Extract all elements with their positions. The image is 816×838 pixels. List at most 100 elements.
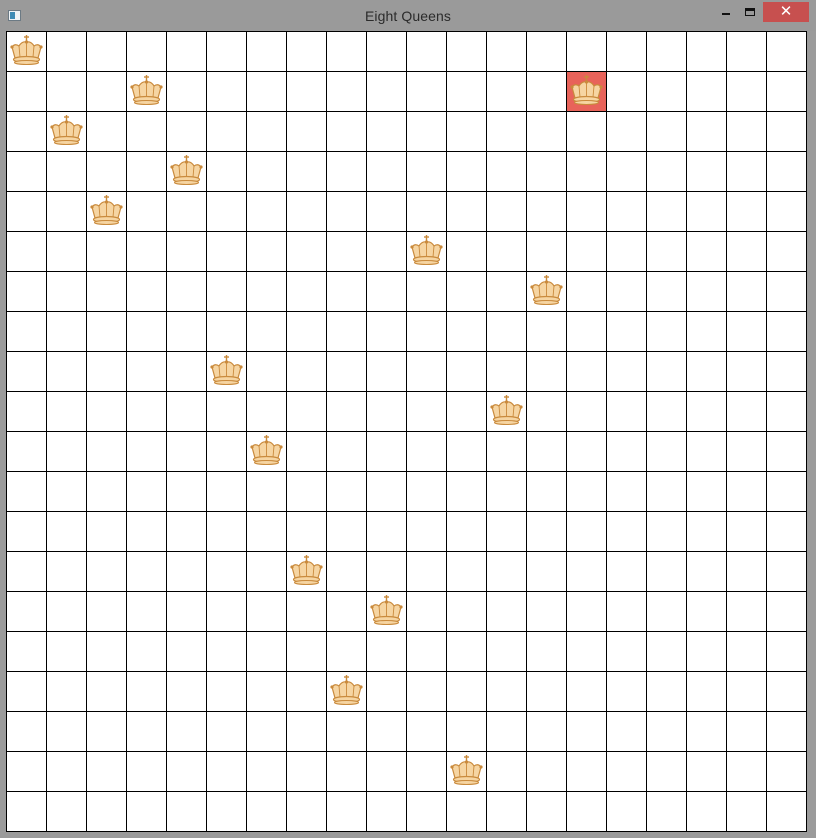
board-cell-queen[interactable] <box>527 272 567 312</box>
board-cell[interactable] <box>607 552 647 592</box>
board-cell[interactable] <box>687 592 727 632</box>
board-cell[interactable] <box>687 312 727 352</box>
board-cell-highlighted[interactable] <box>567 72 607 112</box>
board-cell[interactable] <box>7 112 47 152</box>
board-cell[interactable] <box>47 392 87 432</box>
board-cell[interactable] <box>7 192 47 232</box>
board-cell[interactable] <box>447 72 487 112</box>
board-cell[interactable] <box>687 152 727 192</box>
board-cell[interactable] <box>47 352 87 392</box>
board-cell[interactable] <box>407 672 447 712</box>
board-cell[interactable] <box>767 792 807 832</box>
board-cell-queen[interactable] <box>87 192 127 232</box>
board-cell[interactable] <box>327 752 367 792</box>
board-cell[interactable] <box>647 72 687 112</box>
board-cell[interactable] <box>647 312 687 352</box>
board-cell[interactable] <box>447 552 487 592</box>
board-cell[interactable] <box>327 312 367 352</box>
board-cell[interactable] <box>727 512 767 552</box>
board-cell[interactable] <box>367 32 407 72</box>
board-cell[interactable] <box>7 232 47 272</box>
board-cell[interactable] <box>207 752 247 792</box>
board-cell[interactable] <box>167 312 207 352</box>
board-cell[interactable] <box>7 592 47 632</box>
board-cell[interactable] <box>407 552 447 592</box>
board-cell[interactable] <box>247 32 287 72</box>
board-cell[interactable] <box>7 392 47 432</box>
board-cell[interactable] <box>447 512 487 552</box>
board-cell[interactable] <box>367 352 407 392</box>
board-cell[interactable] <box>407 72 447 112</box>
board-cell[interactable] <box>47 32 87 72</box>
board-cell[interactable] <box>687 472 727 512</box>
board-cell[interactable] <box>167 192 207 232</box>
board-cell[interactable] <box>207 312 247 352</box>
board-cell[interactable] <box>247 512 287 552</box>
board-cell[interactable] <box>607 432 647 472</box>
board-cell[interactable] <box>487 752 527 792</box>
board-cell[interactable] <box>527 32 567 72</box>
board-cell[interactable] <box>527 592 567 632</box>
board-cell[interactable] <box>447 352 487 392</box>
board-cell[interactable] <box>167 592 207 632</box>
board-cell[interactable] <box>727 712 767 752</box>
board-cell[interactable] <box>47 72 87 112</box>
board-cell[interactable] <box>207 72 247 112</box>
board-cell[interactable] <box>727 472 767 512</box>
board-cell[interactable] <box>447 392 487 432</box>
board-cell[interactable] <box>287 32 327 72</box>
board-cell[interactable] <box>727 272 767 312</box>
board-cell[interactable] <box>527 72 567 112</box>
board-cell[interactable] <box>367 712 407 752</box>
board-cell-queen[interactable] <box>287 552 327 592</box>
board-cell[interactable] <box>767 32 807 72</box>
board-cell[interactable] <box>487 512 527 552</box>
board-cell[interactable] <box>247 272 287 312</box>
board-cell[interactable] <box>327 112 367 152</box>
board-cell[interactable] <box>207 792 247 832</box>
board-cell[interactable] <box>767 472 807 512</box>
board-cell[interactable] <box>487 152 527 192</box>
chess-board[interactable] <box>6 31 807 832</box>
board-cell[interactable] <box>407 512 447 552</box>
board-cell[interactable] <box>727 352 767 392</box>
board-cell[interactable] <box>87 272 127 312</box>
board-cell[interactable] <box>247 472 287 512</box>
board-cell[interactable] <box>727 432 767 472</box>
board-cell[interactable] <box>487 632 527 672</box>
board-cell[interactable] <box>7 552 47 592</box>
board-cell[interactable] <box>527 392 567 432</box>
board-cell[interactable] <box>287 712 327 752</box>
board-cell[interactable] <box>767 112 807 152</box>
board-cell[interactable] <box>767 312 807 352</box>
board-cell[interactable] <box>527 672 567 712</box>
board-cell[interactable] <box>567 232 607 272</box>
board-cell[interactable] <box>167 752 207 792</box>
board-cell[interactable] <box>167 472 207 512</box>
board-cell[interactable] <box>567 712 607 752</box>
board-cell[interactable] <box>607 672 647 712</box>
board-cell[interactable] <box>447 472 487 512</box>
board-cell[interactable] <box>447 672 487 712</box>
board-cell[interactable] <box>87 592 127 632</box>
board-cell[interactable] <box>367 112 407 152</box>
board-cell[interactable] <box>7 752 47 792</box>
board-cell[interactable] <box>447 432 487 472</box>
board-cell[interactable] <box>167 432 207 472</box>
board-cell[interactable] <box>767 432 807 472</box>
board-cell[interactable] <box>47 752 87 792</box>
board-cell[interactable] <box>167 392 207 432</box>
board-cell[interactable] <box>607 792 647 832</box>
board-cell[interactable] <box>647 712 687 752</box>
board-cell[interactable] <box>407 632 447 672</box>
board-cell[interactable] <box>687 432 727 472</box>
board-cell[interactable] <box>647 192 687 232</box>
board-cell[interactable] <box>47 472 87 512</box>
maximize-button[interactable] <box>740 2 762 22</box>
board-cell[interactable] <box>287 192 327 232</box>
board-cell[interactable] <box>7 72 47 112</box>
board-cell[interactable] <box>327 512 367 552</box>
board-cell[interactable] <box>487 552 527 592</box>
board-cell[interactable] <box>607 152 647 192</box>
board-cell[interactable] <box>567 352 607 392</box>
